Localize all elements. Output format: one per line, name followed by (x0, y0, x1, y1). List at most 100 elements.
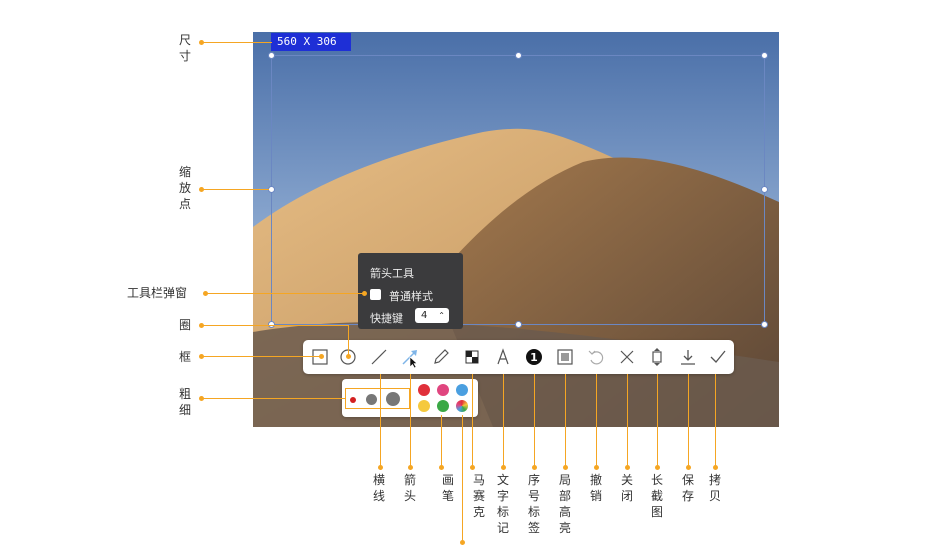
leader-dot (460, 540, 465, 545)
pen-icon (434, 349, 449, 364)
leader-line (596, 374, 597, 468)
leader-line (627, 374, 628, 468)
label-thickness: 粗细 (179, 387, 192, 417)
leader-line (202, 398, 346, 399)
popup-title: 箭头工具 (370, 267, 414, 280)
label-popup: 工具栏弹窗 (127, 286, 188, 300)
leader-line (534, 374, 535, 468)
resize-handle[interactable] (761, 52, 768, 59)
leader-dot (686, 465, 691, 470)
mosaic-icon (465, 350, 479, 364)
shortcut-label: 快捷键 (370, 312, 403, 325)
label-size: 尺寸 (179, 33, 192, 63)
selection-frame[interactable] (271, 55, 765, 325)
leader-line (202, 325, 349, 326)
chevron-updown-icon: ⌃ (438, 311, 445, 320)
shortcut-select[interactable]: 4 ⌃ (415, 308, 449, 323)
label-number: 序号标签 (528, 473, 541, 535)
arrow-icon (402, 350, 418, 369)
number-badge-icon: 1 (526, 349, 542, 365)
leader-dot (378, 465, 383, 470)
leader-line (462, 415, 463, 543)
resize-handle[interactable] (761, 186, 768, 193)
line-tool-button[interactable] (367, 345, 391, 369)
highlight-tool-button[interactable] (553, 345, 577, 369)
leader-dot (470, 465, 475, 470)
leader-line (441, 415, 442, 468)
long-screenshot-button[interactable] (645, 345, 669, 369)
leader-dot (594, 465, 599, 470)
thickness-medium[interactable] (366, 394, 377, 405)
leader-line (657, 374, 658, 468)
resize-handle[interactable] (515, 321, 522, 328)
leader-dot (625, 465, 630, 470)
download-icon (681, 350, 695, 365)
save-button[interactable] (676, 345, 700, 369)
color-blue[interactable] (456, 384, 468, 396)
label-close: 关闭 (621, 473, 634, 503)
leader-dot (713, 465, 718, 470)
label-highlight: 局部高亮 (559, 473, 572, 535)
arrow-tool-button[interactable] (398, 345, 422, 369)
label-line: 横线 (373, 473, 386, 503)
thickness-large[interactable] (386, 392, 400, 406)
resize-handle[interactable] (515, 52, 522, 59)
mosaic-tool-button[interactable] (460, 345, 484, 369)
shortcut-value: 4 (421, 310, 428, 321)
resize-handle[interactable] (761, 321, 768, 328)
leader-dot (362, 291, 367, 296)
leader-dot (319, 354, 324, 359)
leader-line (380, 374, 381, 468)
leader-line (503, 374, 504, 468)
thickness-small[interactable] (350, 397, 356, 403)
label-copy: 拷贝 (709, 473, 722, 503)
close-button[interactable] (615, 345, 639, 369)
leader-line (202, 42, 272, 43)
resize-handle[interactable] (268, 186, 275, 193)
label-text: 文字标记 (497, 473, 510, 535)
color-red[interactable] (418, 384, 430, 396)
label-rect: 框 (179, 350, 192, 364)
color-yellow[interactable] (418, 400, 430, 412)
leader-dot (655, 465, 660, 470)
leader-dot (563, 465, 568, 470)
label-handles: 缩放点 (179, 165, 192, 211)
label-arrow: 箭头 (404, 473, 417, 503)
label-long: 长截图 (651, 473, 664, 519)
leader-line (715, 374, 716, 468)
leader-line (472, 374, 473, 468)
leader-line (202, 189, 269, 190)
color-custom[interactable] (456, 400, 468, 412)
check-icon (710, 350, 726, 363)
color-pink[interactable] (437, 384, 449, 396)
leader-dot (501, 465, 506, 470)
leader-line (348, 325, 349, 355)
copy-button[interactable] (706, 345, 730, 369)
toolbar-popup: 箭头工具 普通样式 快捷键 4 ⌃ (358, 253, 463, 329)
svg-text:1: 1 (530, 351, 538, 364)
leader-dot (439, 465, 444, 470)
highlight-icon (557, 349, 573, 365)
leader-line (565, 374, 566, 468)
leader-dot (532, 465, 537, 470)
leader-line (206, 293, 364, 294)
label-pen: 画笔 (442, 473, 455, 503)
label-circle: 圈 (179, 318, 192, 332)
text-tool-button[interactable] (491, 345, 515, 369)
leader-dot (408, 465, 413, 470)
leader-dot (346, 354, 351, 359)
label-mosaic: 马赛克 (473, 473, 486, 519)
resize-handle[interactable] (268, 52, 275, 59)
leader-line (410, 374, 411, 468)
pen-tool-button[interactable] (429, 345, 453, 369)
undo-button[interactable] (584, 345, 608, 369)
checkbox-label: 普通样式 (389, 290, 433, 303)
label-undo: 撤销 (590, 473, 603, 503)
color-green[interactable] (437, 400, 449, 412)
text-icon (497, 348, 509, 365)
style-checkbox[interactable] (370, 289, 381, 300)
toolbar: 1 (303, 340, 734, 374)
label-save: 保存 (682, 473, 695, 503)
line-icon (371, 349, 387, 365)
number-tool-button[interactable]: 1 (522, 345, 546, 369)
